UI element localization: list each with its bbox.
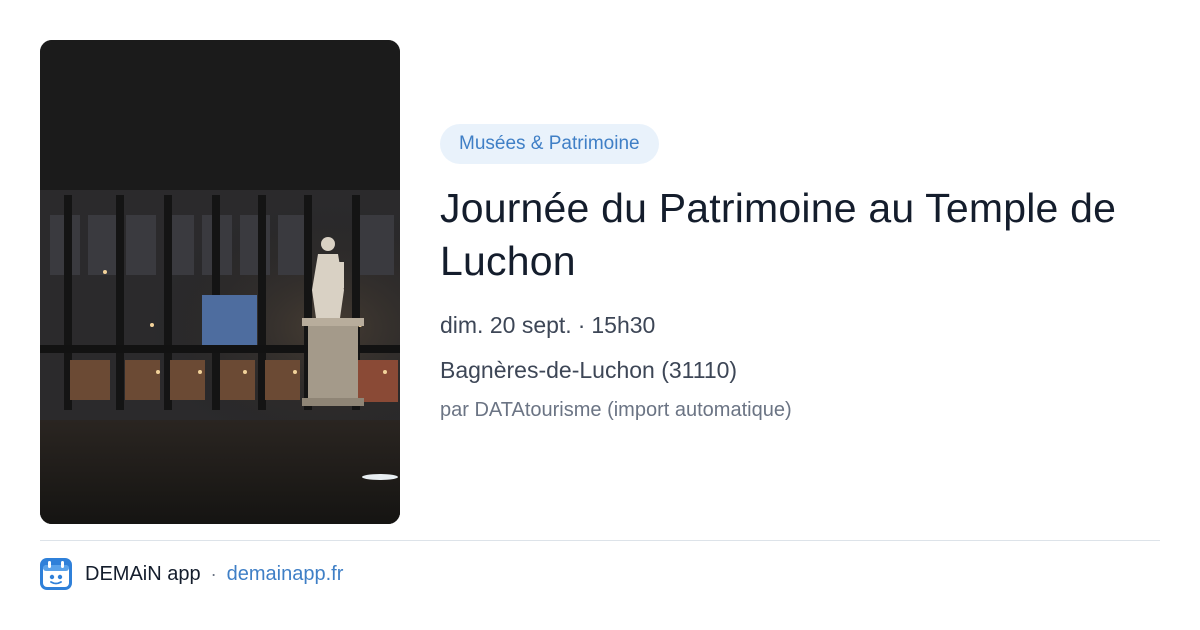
event-time: 15h30 [591,312,656,338]
event-location: Bagnères-de-Luchon (31110) [440,357,738,383]
demain-app-logo-icon[interactable] [40,558,72,590]
datetime-separator: · [577,312,586,338]
event-info: Musées & Patrimoine Journée du Patrimoin… [440,124,1160,423]
footer: DEMAiN app · demainapp.fr [40,558,343,590]
event-date: dim. 20 sept. [440,312,572,338]
event-datetime: dim. 20 sept. · 15h30 [440,310,1160,340]
event-photo [40,40,400,524]
event-source: par DATAtourisme (import automatique) [440,399,792,421]
event-title[interactable]: Journée du Patrimoine au Temple de Lucho… [440,182,1140,288]
footer-separator: · [210,563,217,584]
category-chip[interactable]: Musées & Patrimoine [440,124,659,164]
app-name: DEMAiN app [85,562,201,585]
footer-divider [40,540,1160,541]
app-link[interactable]: demainapp.fr [227,563,344,586]
